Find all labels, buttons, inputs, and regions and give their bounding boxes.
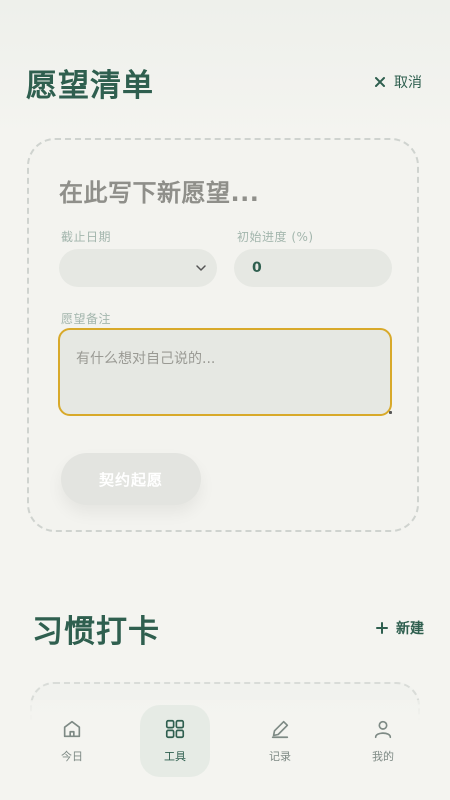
submit-wish-button[interactable]: 契约起愿 (61, 453, 201, 505)
progress-input[interactable]: 0 (234, 249, 392, 287)
pen-icon (271, 720, 289, 739)
deadline-select[interactable] (59, 249, 217, 287)
nav-item-mine[interactable]: 我的 (348, 705, 418, 777)
nav-item-records[interactable]: 记录 (245, 705, 315, 777)
new-wish-card: 在此写下新愿望... 截止日期 初始进度 (%) 0 愿望备注 有什么想对自己说… (27, 138, 419, 532)
progress-label: 初始进度 (%) (237, 230, 314, 244)
grid-icon (165, 719, 185, 739)
new-habit-button[interactable]: 新建 (376, 618, 424, 638)
chevron-down-icon (196, 265, 206, 271)
note-textarea[interactable]: 有什么想对自己说的... (58, 328, 392, 416)
resize-handle[interactable] (389, 411, 392, 414)
nav-label-mine: 我的 (372, 750, 394, 763)
plus-icon (376, 622, 388, 634)
nav-label-tools: 工具 (164, 750, 186, 763)
nav-label-records: 记录 (269, 750, 291, 763)
close-icon (375, 77, 385, 87)
user-icon (374, 720, 392, 739)
cancel-label: 取消 (394, 75, 422, 91)
nav-label-today: 今日 (61, 750, 83, 763)
habits-title: 习惯打卡 (32, 614, 160, 650)
wishlist-title: 愿望清单 (26, 68, 154, 104)
nav-item-today[interactable]: 今日 (37, 705, 107, 777)
nav-item-tools[interactable]: 工具 (140, 705, 210, 777)
note-label: 愿望备注 (61, 312, 112, 326)
new-habit-label: 新建 (396, 621, 424, 637)
cancel-button[interactable]: 取消 (374, 72, 422, 92)
home-icon (63, 720, 81, 738)
wish-title-input[interactable]: 在此写下新愿望... (59, 173, 259, 208)
deadline-label: 截止日期 (61, 230, 112, 244)
